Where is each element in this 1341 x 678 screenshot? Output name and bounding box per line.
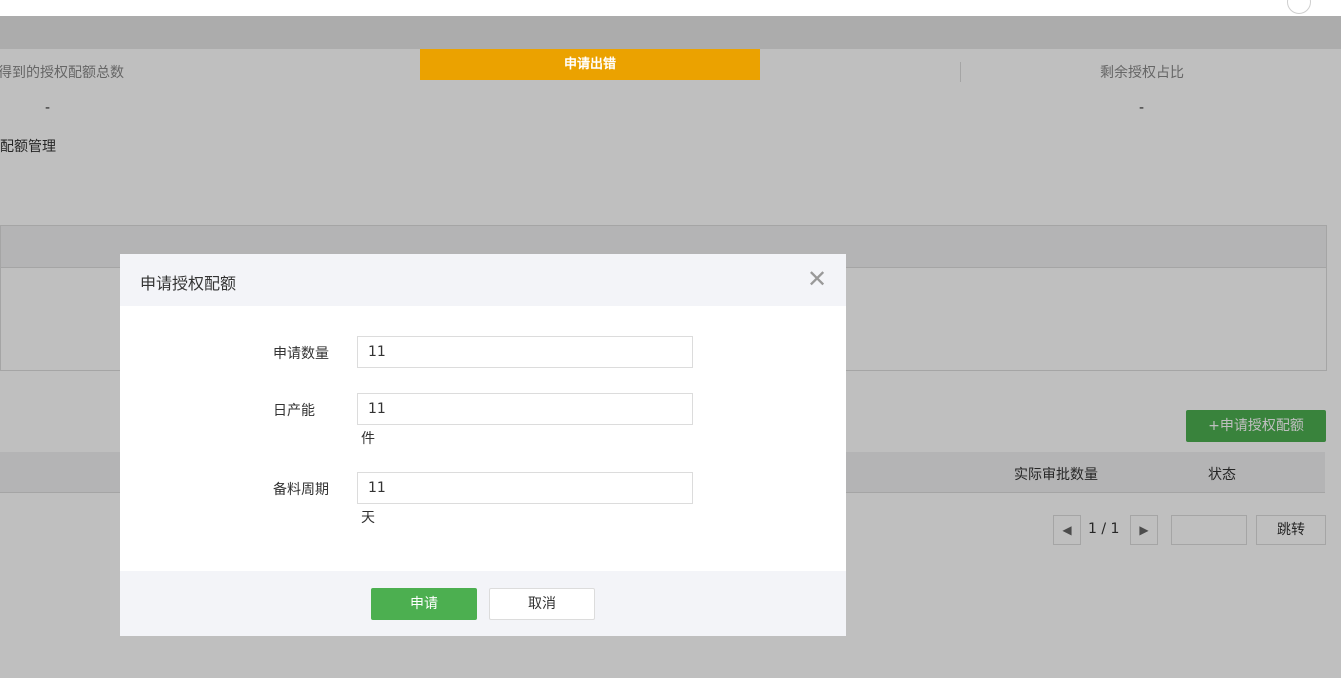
close-icon[interactable]: ✕ [806,266,828,292]
prep-cycle-unit: 天 [361,510,375,526]
apply-qty-input[interactable]: 11 [357,336,693,368]
page: 配额管理 得到的授权配额总数 - 剩余授权占比 - +申请授权配额 实际审批数量… [0,0,1341,678]
field-label-daily-capacity: 日产能 [273,403,315,419]
cancel-button[interactable]: 取消 [489,588,595,620]
daily-capacity-input[interactable]: 11 [357,393,693,425]
daily-capacity-unit: 件 [361,431,375,447]
modal-title: 申请授权配额 [140,274,237,293]
modal-header: 申请授权配额 ✕ [120,254,846,306]
error-toast: 申请出错 [420,49,760,80]
modal-footer: 申请 取消 [120,571,846,636]
prep-cycle-input[interactable]: 11 [357,472,693,504]
field-label-apply-qty: 申请数量 [273,346,329,362]
submit-button[interactable]: 申请 [371,588,477,620]
apply-quota-modal: 申请授权配额 ✕ 申请数量 11 日产能 11 件 备料周期 11 天 申请 取… [120,254,846,636]
field-label-prep-cycle: 备料周期 [273,482,329,498]
top-strip [0,0,1341,16]
